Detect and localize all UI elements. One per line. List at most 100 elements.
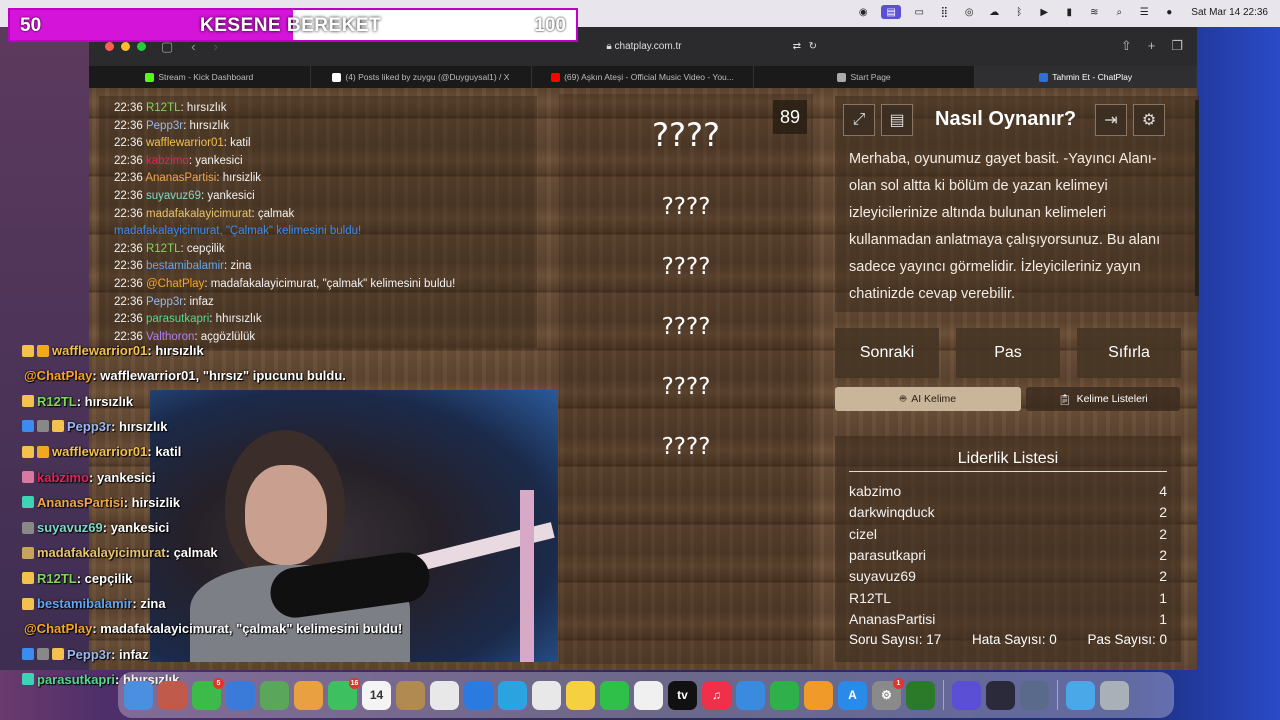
chat-username[interactable]: Pepp3r	[146, 120, 183, 132]
apps-grid-icon[interactable]	[952, 680, 981, 710]
cloud-icon[interactable]: ☁	[987, 5, 1001, 19]
overlay-username: parasutkapri	[37, 671, 116, 687]
dock-separator	[1057, 680, 1058, 710]
play-icon[interactable]: ▶	[1037, 5, 1051, 19]
mail-icon[interactable]	[226, 680, 255, 710]
chat-username[interactable]: suyavuz69	[146, 190, 201, 202]
chrome-icon[interactable]	[532, 680, 561, 710]
trash-icon[interactable]	[1100, 680, 1129, 710]
wifi-icon[interactable]: ≋	[1087, 5, 1101, 19]
game-chat-panel: 22:36 R12TL: hırsızlık 22:36 Pepp3r: hırs…	[99, 96, 537, 348]
safari-icon[interactable]	[464, 680, 493, 710]
chat-username[interactable]: madafakalayicimurat	[146, 208, 251, 220]
photos-icon[interactable]	[294, 680, 323, 710]
screen-record-icon[interactable]: ▤	[881, 5, 902, 19]
chat-username[interactable]: R12TL	[146, 102, 181, 114]
badge-icon	[52, 420, 64, 433]
chat-time: 22:36	[114, 102, 143, 114]
reset-button[interactable]: Sıfırla	[1077, 328, 1181, 378]
appstore-icon[interactable]: A	[838, 680, 867, 710]
fullscreen-button[interactable]: ⤢	[843, 104, 875, 136]
share-icon[interactable]: ⇧	[1121, 38, 1132, 54]
settings-icon[interactable]: ⚙ 1	[872, 677, 904, 710]
chat-username[interactable]: kabzimo	[146, 155, 189, 167]
translate-icon[interactable]: ⇄	[793, 38, 801, 56]
pages-icon[interactable]	[804, 680, 833, 710]
maps-icon[interactable]	[260, 680, 289, 710]
overlay-username: Pepp3r	[67, 418, 112, 434]
keynote-icon[interactable]	[736, 680, 765, 710]
obs-icon[interactable]	[986, 680, 1015, 710]
music-icon[interactable]: ♫	[702, 680, 731, 710]
scrollbar[interactable]	[1195, 100, 1199, 296]
chat-username[interactable]: R12TL	[146, 243, 181, 255]
bar-title: KESENE BEREKET	[200, 15, 382, 36]
overlay-chat-message: R12TL : cepçilik	[0, 566, 560, 591]
chat-username[interactable]: Pepp3r	[146, 296, 183, 308]
folder-icon[interactable]	[1066, 680, 1095, 710]
numbers-icon[interactable]	[770, 680, 799, 710]
chat-username[interactable]: bestamibalamir	[146, 260, 224, 272]
overlay-chat-message: madafakalayicimurat : çalmak	[0, 540, 560, 565]
quicktime-icon[interactable]	[1020, 680, 1049, 710]
keyboard-icon[interactable]: ▭	[912, 5, 926, 19]
browser-tab[interactable]: Start Page	[754, 66, 976, 88]
status-app-icon[interactable]: ◉	[856, 5, 870, 19]
player-name: kabzimo	[849, 483, 902, 499]
browser-tab[interactable]: Stream - Kick Dashboard	[89, 66, 311, 88]
zoom-button[interactable]	[137, 42, 146, 51]
browser-tab[interactable]: (4) Posts liked by zuygu (@Duyguysal1) /…	[311, 66, 533, 88]
chat-username[interactable]: parasutkapri	[146, 313, 209, 325]
minimize-button[interactable]	[121, 42, 130, 51]
battery-icon[interactable]: ▮	[1062, 5, 1076, 19]
tab-overview-icon[interactable]: ❐	[1171, 38, 1183, 54]
notes-icon[interactable]	[566, 680, 595, 710]
ai-word-button[interactable]: 🤖︎ AI Kelime	[835, 387, 1021, 411]
finder-icon[interactable]	[124, 680, 153, 710]
mapquest-icon[interactable]	[906, 680, 935, 710]
settings-button[interactable]: ⚙	[1133, 104, 1165, 136]
notes-app-icon[interactable]	[396, 680, 425, 710]
close-button[interactable]	[105, 42, 114, 51]
tab-label: (69) Aşkın Ateşi - Official Music Video …	[564, 72, 734, 82]
overlay-username: R12TL	[37, 393, 77, 409]
player-score: 1	[1159, 610, 1167, 627]
chat-username[interactable]: @ChatPlay	[146, 278, 204, 290]
messages-icon[interactable]: 5	[192, 677, 224, 710]
appletv-icon[interactable]: tv	[668, 680, 697, 710]
browser-tab[interactable]: Tahmin Et - ChatPlay	[975, 66, 1197, 88]
bluetooth-icon[interactable]: ᛒ	[1012, 5, 1026, 19]
word-lists-button[interactable]: 📋︎ Kelime Listeleri	[1026, 387, 1180, 411]
logout-button[interactable]: ⇥	[1095, 104, 1127, 136]
overlay-username: wafflewarrior01	[52, 343, 148, 358]
reminders-icon[interactable]	[430, 680, 459, 710]
chat-text: : yankesici	[188, 154, 243, 167]
freeform-icon[interactable]	[634, 680, 663, 710]
telegram-icon[interactable]	[498, 680, 527, 710]
menubar-datetime: Sat Mar 14 22:36	[1191, 6, 1268, 18]
badge-icon	[22, 420, 34, 433]
search-icon[interactable]: ⌕	[1112, 5, 1126, 19]
chat-message: 22:36 Pepp3r: hırsızlık	[114, 120, 229, 132]
siri-icon[interactable]: ●	[1162, 5, 1176, 19]
chat-message: 22:36 madafakalayicimurat: çalmak	[114, 208, 294, 220]
control-center-icon[interactable]: ☰	[1137, 5, 1151, 19]
player-score: 1	[1159, 589, 1167, 606]
chat-username[interactable]: madafakalayicimurat, "Çalmak" kelimesini…	[114, 225, 361, 237]
new-tab-icon[interactable]: +	[1148, 38, 1156, 54]
launchpad-icon[interactable]	[158, 680, 187, 710]
reload-icon[interactable]: ↻	[809, 38, 817, 56]
pass-button[interactable]: Pas	[956, 328, 1060, 378]
facetime-icon[interactable]: 16	[328, 677, 360, 710]
notes-button[interactable]: ▤	[881, 104, 913, 136]
chat-username[interactable]: wafflewarrior01	[146, 137, 224, 149]
calendar-icon[interactable]: 14	[362, 680, 391, 710]
whatsapp-icon[interactable]	[600, 680, 629, 710]
next-button[interactable]: Sonraki	[835, 328, 939, 378]
tab-bar: Stream - Kick Dashboard (4) Posts liked b…	[89, 66, 1197, 88]
creative-cloud-icon[interactable]: ◎	[962, 5, 976, 19]
grid-icon[interactable]: ⣿	[937, 5, 951, 19]
hidden-word: ????	[652, 116, 720, 154]
chat-username[interactable]: AnanasPartisi	[145, 172, 216, 184]
browser-tab[interactable]: (69) Aşkın Ateşi - Official Music Video …	[532, 66, 754, 88]
